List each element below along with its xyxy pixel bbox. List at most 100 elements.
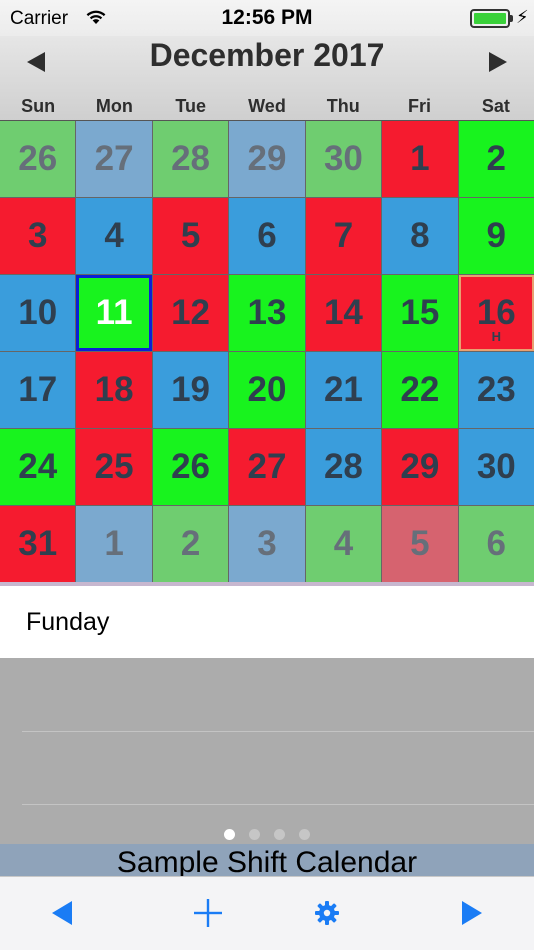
day-number: 10 <box>18 293 58 332</box>
day-number: 22 <box>400 370 440 409</box>
settings-button[interactable] <box>305 891 349 935</box>
day-cell[interactable]: 19 <box>152 352 229 428</box>
day-cell[interactable]: 28 <box>305 429 382 505</box>
page-indicator[interactable] <box>0 829 534 840</box>
day-cell[interactable]: 22 <box>382 352 458 428</box>
row-separator <box>22 731 534 732</box>
day-cell[interactable]: 21 <box>305 352 382 428</box>
weekday-tue: Tue <box>175 96 207 116</box>
event-row[interactable]: Funday <box>0 586 534 658</box>
day-cell[interactable]: 15 <box>382 275 458 351</box>
day-cell[interactable]: 17 <box>0 352 76 428</box>
day-number: 4 <box>104 216 124 255</box>
day-cell[interactable]: 3 <box>0 198 76 274</box>
day-number: 3 <box>257 524 277 563</box>
day-number: 8 <box>410 216 430 255</box>
day-cell[interactable]: 29 <box>382 429 458 505</box>
day-number: 2 <box>180 524 201 563</box>
status-bar: Carrier 12:56 PM ⚡︎ <box>0 0 534 36</box>
day-cell[interactable]: 9 <box>458 198 534 274</box>
day-number: 28 <box>323 447 363 486</box>
day-number: 23 <box>476 370 516 409</box>
day-cell[interactable]: 23 <box>458 352 534 428</box>
day-cell[interactable]: 3 <box>229 506 305 582</box>
weekday-mon: Mon <box>95 96 133 116</box>
calendar-grid: 26 27 28 29 30 1 2 3 4 5 6 7 8 9 10 11 12 13 14 15 16 H 17 18 19… <box>0 120 534 582</box>
day-number: 13 <box>247 293 287 332</box>
plus-icon <box>194 899 222 927</box>
day-number: 1 <box>104 524 124 563</box>
right-triangle-icon <box>462 901 482 925</box>
page-dot[interactable] <box>299 829 310 840</box>
weekday-thu: Thu <box>326 96 360 116</box>
month-title: December 2017 <box>149 37 385 73</box>
day-cell[interactable]: 1 <box>76 506 152 582</box>
day-cell[interactable]: 6 <box>229 198 305 274</box>
day-cell[interactable]: 20 <box>229 352 305 428</box>
weekday-sat: Sat <box>481 96 510 116</box>
day-number: 25 <box>94 447 134 486</box>
day-number: 31 <box>18 524 58 563</box>
day-number: 19 <box>171 370 211 409</box>
day-number: 2 <box>486 139 507 178</box>
day-cell[interactable]: 11 <box>76 275 152 351</box>
row-separator <box>22 804 534 805</box>
day-number: 17 <box>18 370 58 409</box>
day-cell[interactable]: 18 <box>76 352 152 428</box>
day-number: 26 <box>18 139 58 178</box>
day-cell[interactable]: 1 <box>382 121 458 197</box>
page-dot[interactable] <box>224 829 235 840</box>
day-number: 18 <box>94 370 134 409</box>
weekday-sun: Sun <box>21 96 56 116</box>
previous-button[interactable] <box>40 891 84 935</box>
day-cell[interactable]: 2 <box>458 121 534 197</box>
day-cell[interactable]: 26 <box>0 121 76 197</box>
day-cell[interactable]: 16 H <box>458 275 534 351</box>
day-cell[interactable]: 27 <box>229 429 305 505</box>
day-number: 29 <box>247 139 287 178</box>
day-number: 6 <box>257 216 277 255</box>
day-number: 27 <box>247 447 287 486</box>
day-cell[interactable]: 26 <box>152 429 229 505</box>
day-cell[interactable]: 14 <box>305 275 382 351</box>
bottom-toolbar <box>0 876 534 950</box>
day-cell[interactable]: 13 <box>229 275 305 351</box>
day-number: 21 <box>323 370 363 409</box>
right-arrow-icon <box>489 52 507 72</box>
day-number: 26 <box>171 447 211 486</box>
day-cell[interactable]: 28 <box>152 121 229 197</box>
day-cell[interactable]: 12 <box>152 275 229 351</box>
day-number: 1 <box>410 139 430 178</box>
day-number: 20 <box>247 370 287 409</box>
day-cell[interactable]: 4 <box>305 506 382 582</box>
day-cell[interactable]: 4 <box>76 198 152 274</box>
day-cell[interactable]: 29 <box>229 121 305 197</box>
day-cell[interactable]: 7 <box>305 198 382 274</box>
status-time: 12:56 PM <box>221 6 313 29</box>
weekday-fri: Fri <box>408 96 432 116</box>
day-cell[interactable]: 8 <box>382 198 458 274</box>
page-dot[interactable] <box>274 829 285 840</box>
day-cell[interactable]: 30 <box>458 429 534 505</box>
day-cell[interactable]: 30 <box>305 121 382 197</box>
day-cell[interactable]: 10 <box>0 275 76 351</box>
day-cell[interactable]: 6 <box>458 506 534 582</box>
day-number: 5 <box>410 524 430 563</box>
day-cell[interactable]: 5 <box>382 506 458 582</box>
day-cell[interactable]: 5 <box>152 198 229 274</box>
event-label: Funday <box>26 608 110 636</box>
add-button[interactable] <box>186 891 230 935</box>
prev-month-button[interactable] <box>16 44 56 80</box>
next-month-button[interactable] <box>478 44 518 80</box>
day-cell[interactable]: 27 <box>76 121 152 197</box>
calendar-name: Sample Shift Calendar <box>0 844 534 876</box>
day-cell[interactable]: 2 <box>152 506 229 582</box>
day-number: 12 <box>171 293 211 332</box>
page-dot[interactable] <box>249 829 260 840</box>
day-cell[interactable]: 31 <box>0 506 76 582</box>
day-number: 24 <box>18 447 58 486</box>
day-number: 7 <box>333 216 354 255</box>
day-cell[interactable]: 24 <box>0 429 76 505</box>
day-cell[interactable]: 25 <box>76 429 152 505</box>
next-button[interactable] <box>450 891 494 935</box>
